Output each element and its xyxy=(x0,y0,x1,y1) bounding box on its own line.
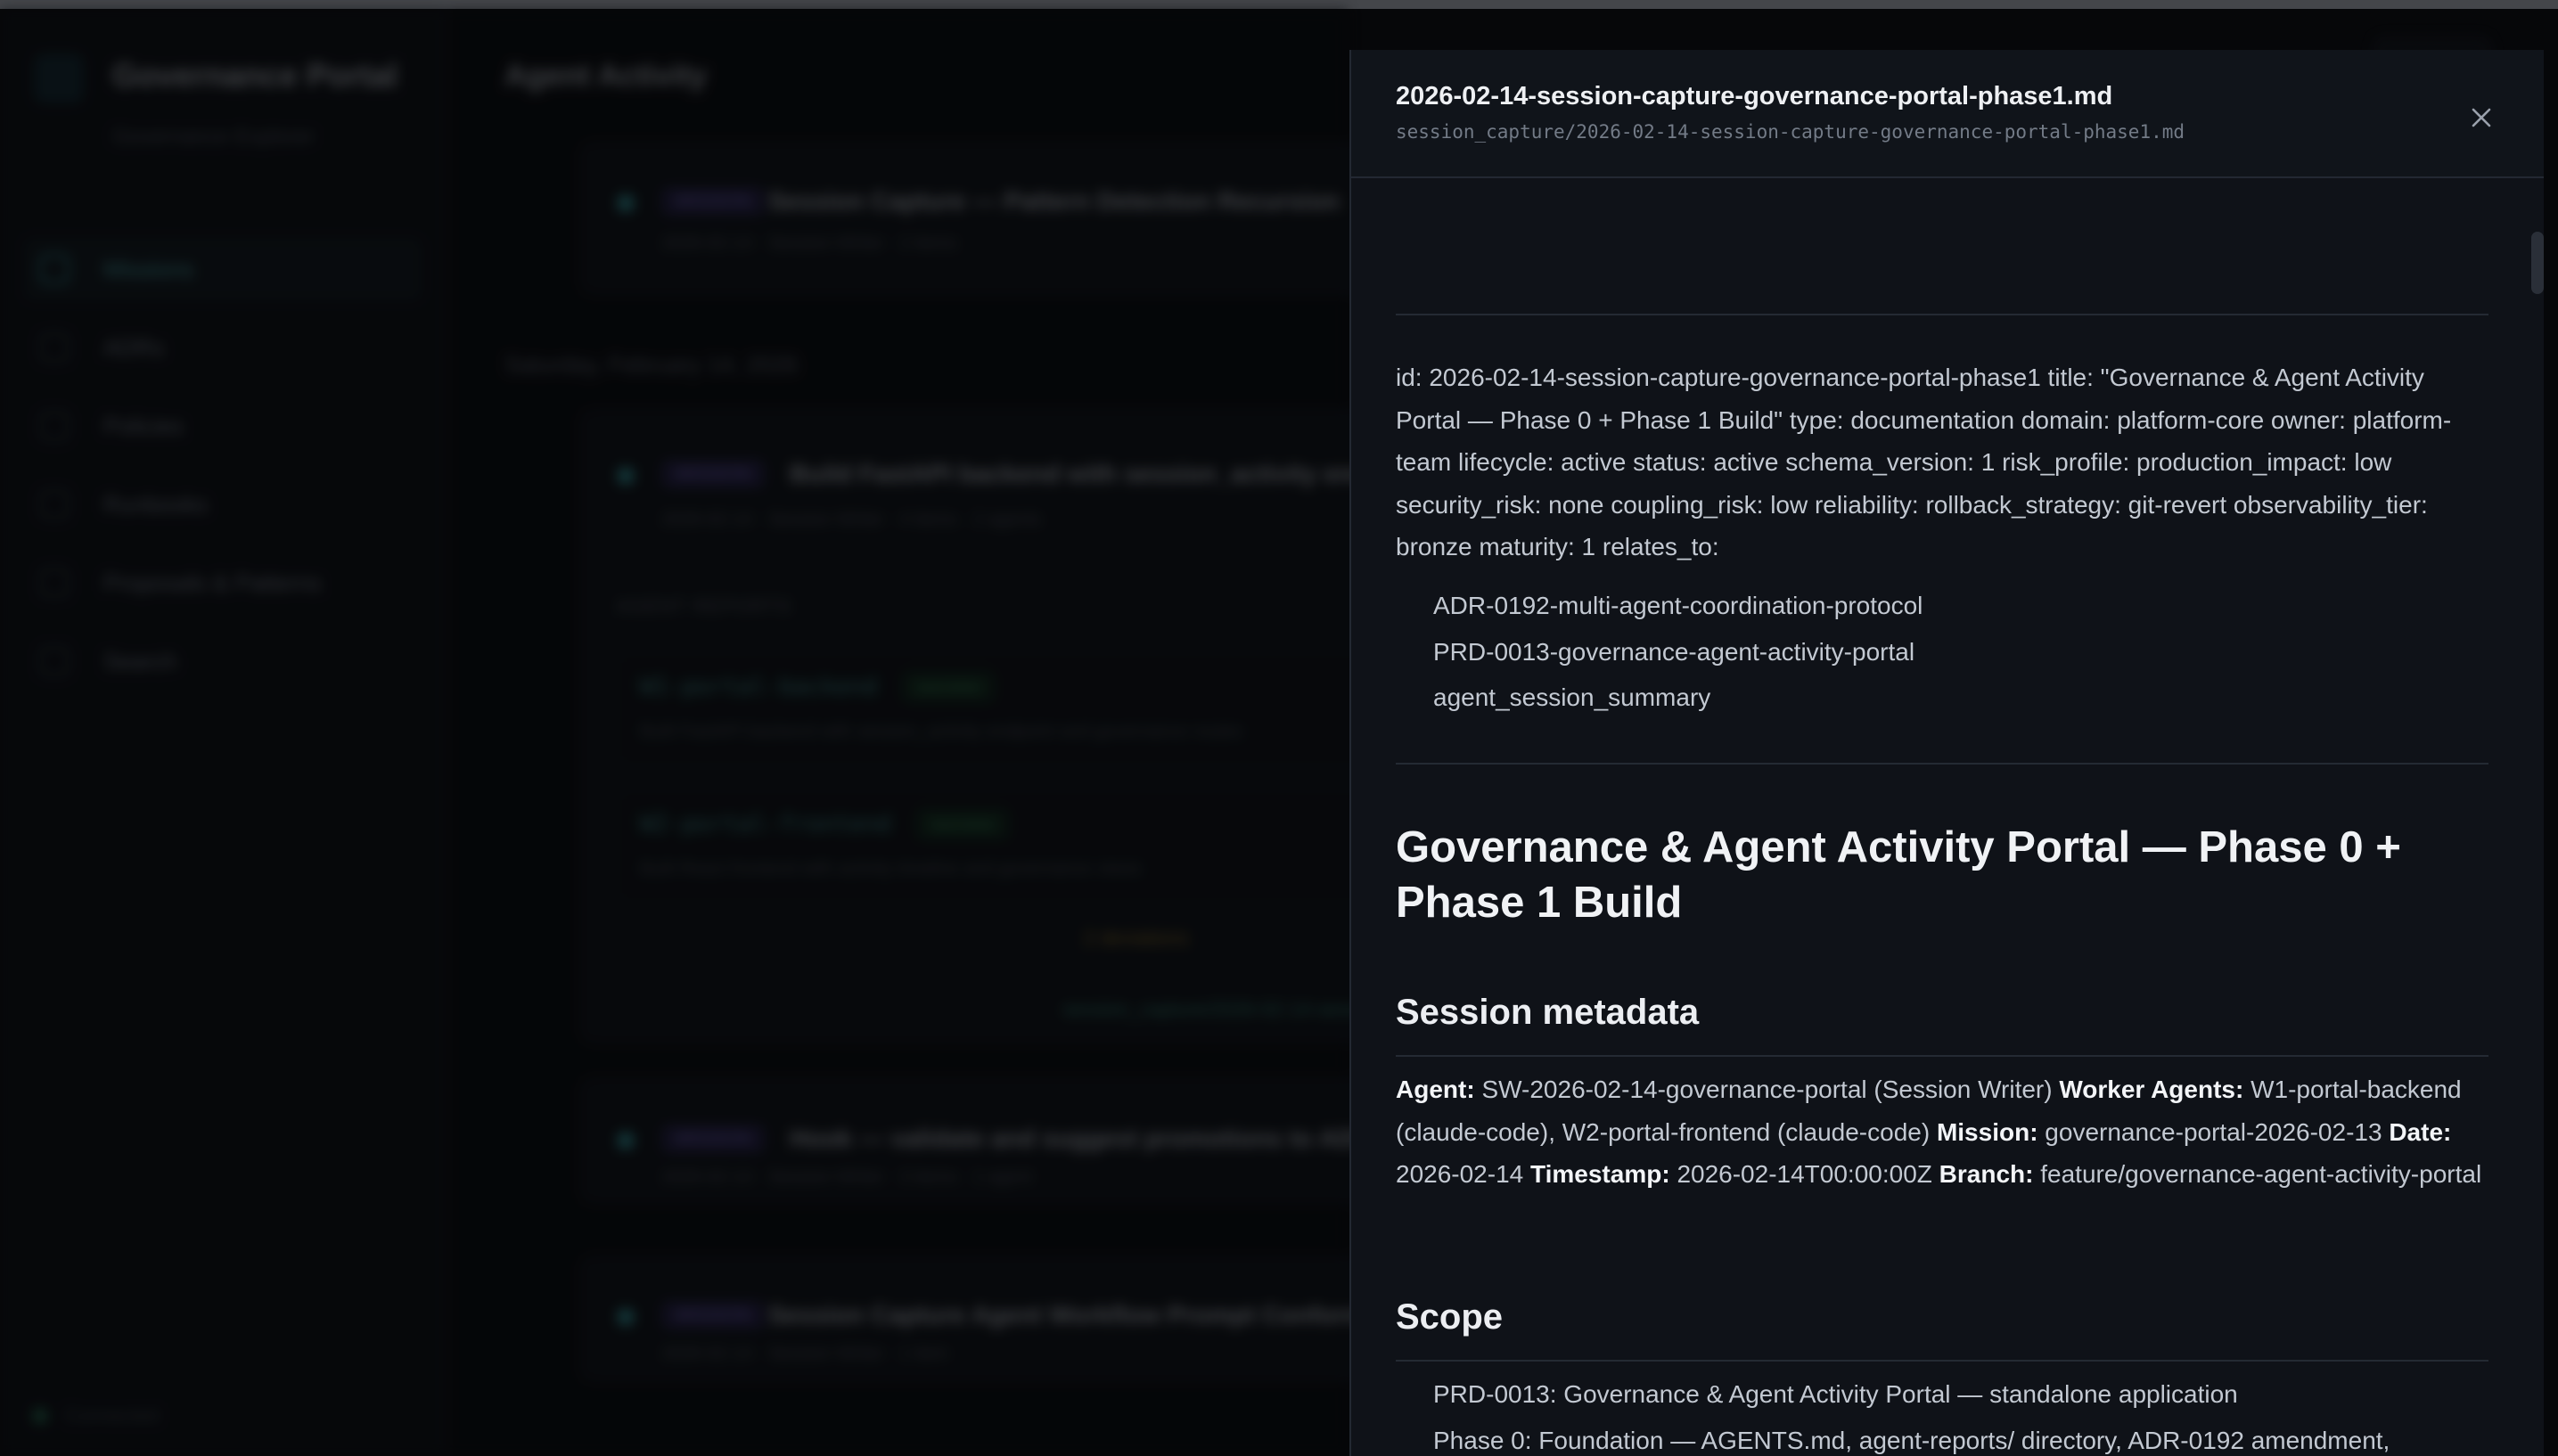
date-label: Date: xyxy=(2389,1117,2452,1146)
window-top-strip xyxy=(0,0,2558,9)
workers-label: Worker Agents: xyxy=(2059,1076,2244,1103)
mission-value: governance-portal-2026-02-13 xyxy=(2045,1117,2382,1146)
drawer-file-path: session_capture/2026-02-14-session-captu… xyxy=(1396,121,2185,143)
relates-to-list: ADR-0192-multi-agent-coordination-protoc… xyxy=(1433,583,2485,721)
list-item: agent_session_summary xyxy=(1433,683,1711,711)
frontmatter-text: id: 2026-02-14-session-capture-governanc… xyxy=(1396,364,2452,560)
date-value: 2026-02-14 xyxy=(1396,1160,1524,1188)
section-divider xyxy=(1396,1055,2488,1057)
mission-label: Mission: xyxy=(1936,1117,2038,1146)
document-title: Governance & Agent Activity Portal — Pha… xyxy=(1396,823,2401,927)
frontmatter-divider-bottom xyxy=(1396,763,2488,765)
drawer-filename: 2026-02-14-session-capture-governance-po… xyxy=(1396,82,2113,110)
drawer-header: 2026-02-14-session-capture-governance-po… xyxy=(1351,50,2544,178)
section-heading-scope: Scope xyxy=(1396,1297,1504,1337)
branch-label: Branch: xyxy=(1939,1160,2034,1188)
section-divider xyxy=(1396,1360,2488,1362)
drawer-scrollbar[interactable] xyxy=(2531,178,2544,1456)
timestamp-value: 2026-02-14T00:00:00Z xyxy=(1677,1160,1932,1188)
list-item: PRD-0013: Governance & Agent Activity Po… xyxy=(1433,1380,2238,1408)
close-button[interactable] xyxy=(2460,96,2503,139)
scrollbar-thumb[interactable] xyxy=(2531,232,2544,294)
agent-value: SW-2026-02-14-governance-portal (Session… xyxy=(1481,1076,2053,1103)
session-metadata-paragraph: Agent: SW-2026-02-14-governance-portal (… xyxy=(1396,1068,2488,1196)
close-icon xyxy=(2472,108,2491,127)
branch-value: feature/governance-agent-activity-portal xyxy=(2040,1160,2482,1188)
list-item: PRD-0013-governance-agent-activity-porta… xyxy=(1433,637,1915,666)
frontmatter-divider-top xyxy=(1396,314,2488,315)
document-drawer: 2026-02-14-session-capture-governance-po… xyxy=(1349,50,2544,1456)
scope-list: PRD-0013: Governance & Agent Activity Po… xyxy=(1433,1374,2485,1456)
list-item: ADR-0192-multi-agent-coordination-protoc… xyxy=(1433,592,1923,619)
agent-label: Agent: xyxy=(1396,1076,1475,1103)
section-heading-metadata: Session metadata xyxy=(1396,993,1700,1032)
drawer-content: id: 2026-02-14-session-capture-governanc… xyxy=(1396,178,2488,1456)
timestamp-label: Timestamp: xyxy=(1530,1160,1670,1188)
list-item: Phase 0: Foundation — AGENTS.md, agent-r… xyxy=(1433,1426,2390,1454)
